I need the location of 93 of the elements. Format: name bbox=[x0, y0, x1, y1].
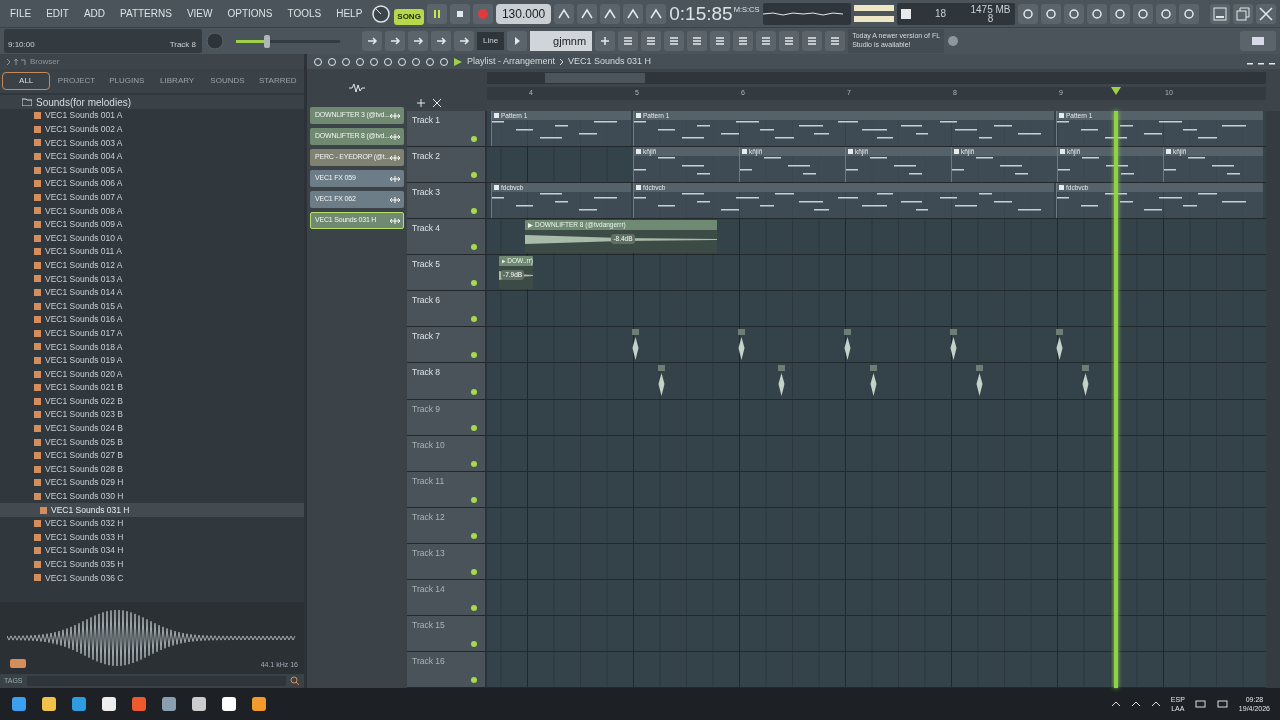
file-name[interactable]: VEC1 Sounds 033 H bbox=[45, 530, 124, 544]
track-name: Track 3 bbox=[412, 186, 441, 199]
menu-item[interactable]: HELP bbox=[330, 3, 369, 24]
menu-item[interactable]: ADD bbox=[77, 3, 112, 24]
file-name[interactable]: VEC1 Sounds 004 A bbox=[45, 150, 123, 163]
file-name[interactable]: VEC1 Sounds 022 B bbox=[45, 394, 123, 408]
track-header[interactable]: Track 16 bbox=[407, 651, 487, 687]
menu-item[interactable]: EDIT bbox=[40, 3, 75, 24]
file-name[interactable]: VEC1 Sounds 012 A bbox=[45, 258, 123, 272]
file-name[interactable]: VEC1 Sounds 023 B bbox=[45, 408, 123, 422]
voice-count: 8 bbox=[987, 13, 994, 23]
browser-tab[interactable]: ALL bbox=[2, 72, 51, 90]
file-name[interactable]: VEC1 Sounds 034 H bbox=[45, 544, 124, 558]
file-name[interactable]: VEC1 Sounds 010 A bbox=[45, 231, 123, 245]
browser-title: Browser bbox=[30, 55, 60, 68]
file-name[interactable]: VEC1 Sounds 011 A bbox=[45, 245, 122, 259]
snap-dropdown[interactable]: Line bbox=[477, 32, 505, 50]
track-header[interactable]: Track 7 bbox=[407, 327, 487, 363]
file-name[interactable]: VEC1 Sounds 006 A bbox=[45, 177, 123, 191]
hint-text: Track 8 bbox=[169, 39, 196, 51]
track-header[interactable]: Track 13 bbox=[407, 543, 487, 579]
tempo-field[interactable]: 130.000 bbox=[495, 3, 552, 24]
menu-item[interactable]: VIEW bbox=[180, 3, 219, 24]
file-name[interactable]: VEC1 Sounds 007 A bbox=[45, 191, 123, 204]
track-name: Track 2 bbox=[412, 150, 441, 163]
track-name: Track 12 bbox=[412, 510, 445, 524]
file-name[interactable]: VEC1 Sounds 002 A bbox=[45, 123, 123, 136]
track-name: Track 1 bbox=[412, 114, 441, 127]
file-name[interactable]: VEC1 Sounds 029 H bbox=[45, 476, 124, 490]
track-header[interactable]: Track 8 bbox=[407, 363, 487, 399]
file-name[interactable]: VEC1 Sounds 024 B bbox=[45, 422, 123, 435]
file-name[interactable]: VEC1 Sounds 008 A bbox=[45, 204, 123, 218]
file-name[interactable]: VEC1 Sounds 028 B bbox=[45, 462, 123, 476]
file-name[interactable]: VEC1 Sounds 017 A bbox=[45, 326, 123, 340]
playlist-title: Playlist - Arrangement bbox=[467, 54, 556, 68]
file-name[interactable]: VEC1 Sounds 001 A bbox=[45, 109, 123, 123]
track-header[interactable]: Track 9 bbox=[407, 399, 487, 435]
track-name: Track 6 bbox=[412, 294, 441, 308]
track-header[interactable]: Track 4 bbox=[407, 219, 487, 255]
track-name: Track 5 bbox=[412, 258, 441, 271]
hint-text: 9:10:00 bbox=[8, 39, 35, 51]
file-name[interactable]: VEC1 Sounds 019 A bbox=[45, 354, 123, 367]
track-header[interactable]: Track 5 bbox=[407, 255, 487, 291]
browser-tab[interactable]: SOUNDS bbox=[203, 72, 252, 90]
menu-item[interactable]: TOOLS bbox=[281, 3, 328, 24]
memory-usage: 1475 MB bbox=[970, 4, 1011, 14]
track-name: Track 15 bbox=[412, 618, 445, 632]
browser-tab[interactable]: PLUGINS bbox=[102, 72, 151, 90]
file-name[interactable]: VEC1 Sounds 027 B bbox=[45, 449, 123, 462]
track-name: Track 7 bbox=[412, 330, 441, 344]
track-name: Track 14 bbox=[412, 582, 445, 596]
file-name[interactable]: VEC1 Sounds 016 A bbox=[45, 313, 123, 327]
file-name[interactable]: VEC1 Sounds 014 A bbox=[45, 286, 123, 299]
menu-item[interactable]: FILE bbox=[4, 3, 38, 24]
browser-tab[interactable]: LIBRARY bbox=[153, 72, 202, 90]
file-name[interactable]: VEC1 Sounds 030 H bbox=[45, 490, 124, 503]
file-name[interactable]: VEC1 Sounds 021 B bbox=[45, 381, 123, 395]
browser-tab[interactable]: PROJECT bbox=[52, 72, 101, 90]
track-name: Track 8 bbox=[412, 366, 441, 380]
file-name[interactable]: VEC1 Sounds 025 B bbox=[45, 435, 123, 449]
menu-item[interactable]: OPTIONS bbox=[221, 3, 279, 24]
file-name[interactable]: VEC1 Sounds 036 C bbox=[45, 571, 124, 585]
browser-tab[interactable]: STARRED bbox=[253, 72, 302, 90]
file-name[interactable]: VEC1 Sounds 003 A bbox=[45, 136, 123, 150]
polyphony-count: 18 bbox=[934, 7, 947, 21]
menu-item[interactable]: PATTERNS bbox=[114, 3, 178, 24]
file-name[interactable]: VEC1 Sounds 018 A bbox=[45, 340, 123, 354]
pattern-selector[interactable]: gjmnm bbox=[530, 31, 593, 51]
track-header[interactable]: Track 12 bbox=[407, 507, 487, 543]
track-header[interactable]: Track 1 bbox=[407, 111, 487, 147]
track-header[interactable]: Track 11 bbox=[407, 471, 487, 507]
track-name: Track 13 bbox=[412, 546, 445, 560]
file-name[interactable]: VEC1 Sounds 020 A bbox=[45, 367, 123, 381]
file-name[interactable]: VEC1 Sounds 032 H bbox=[45, 517, 124, 530]
track-header[interactable]: Track 10 bbox=[407, 435, 487, 471]
file-name[interactable]: VEC1 Sounds 005 A bbox=[45, 163, 123, 177]
track-name: Track 10 bbox=[412, 438, 445, 452]
time-display: 0:15:85 bbox=[669, 2, 733, 25]
track-header[interactable]: Track 15 bbox=[407, 615, 487, 651]
file-name[interactable]: VEC1 Sounds 035 H bbox=[45, 558, 124, 571]
pattern-name: VEC1 Sounds 031 H bbox=[568, 54, 652, 68]
track-header[interactable]: Track 14 bbox=[407, 579, 487, 615]
track-name: Track 4 bbox=[412, 222, 441, 235]
file-name[interactable]: VEC1 Sounds 013 A bbox=[45, 272, 123, 286]
track-header[interactable]: Track 2 bbox=[407, 147, 487, 183]
track-name: Track 9 bbox=[412, 402, 441, 416]
track-name: Track 16 bbox=[412, 654, 445, 668]
track-header[interactable]: Track 6 bbox=[407, 291, 487, 327]
file-name[interactable]: VEC1 Sounds 009 A bbox=[45, 218, 123, 231]
file-name[interactable]: VEC1 Sounds 015 A bbox=[45, 299, 123, 313]
track-name: Track 11 bbox=[412, 474, 445, 488]
song-mode-button[interactable]: SONG bbox=[394, 8, 424, 25]
track-header[interactable]: Track 3 bbox=[407, 183, 487, 219]
